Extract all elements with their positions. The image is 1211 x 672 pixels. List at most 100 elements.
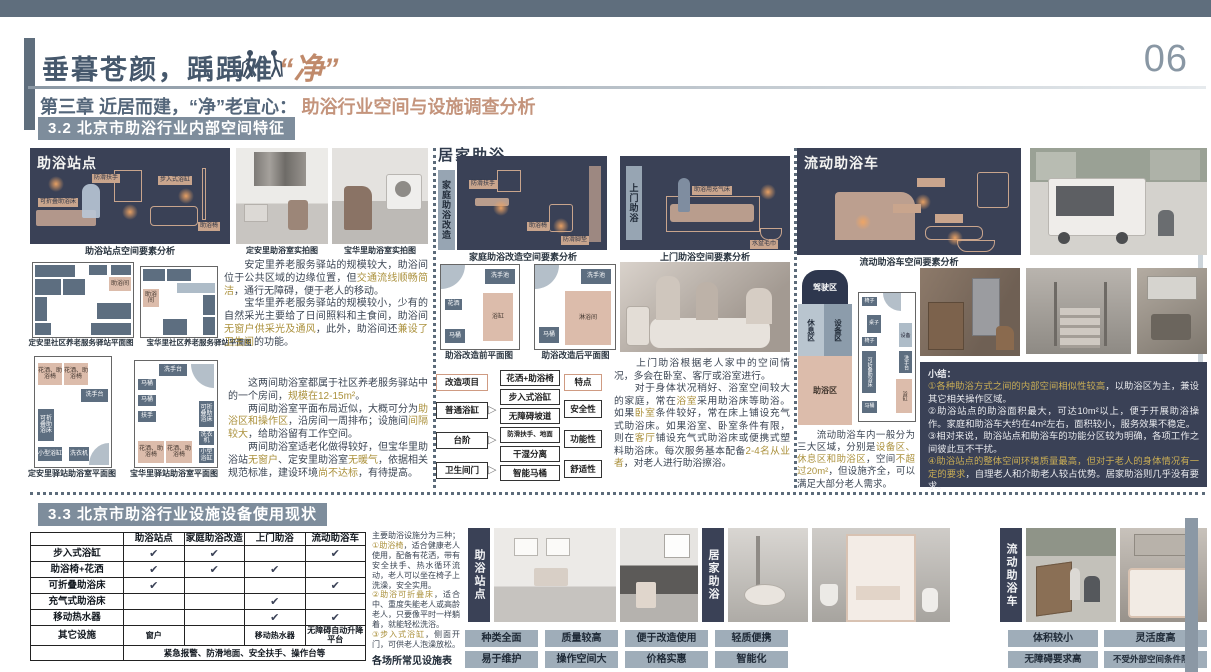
- page-number: 06: [1118, 38, 1188, 81]
- home-renovation-vertical-label: 家庭助浴改造: [438, 170, 455, 250]
- plan-block: 小型浴缸: [199, 448, 214, 463]
- zone-driving: 驾驶区: [802, 270, 848, 304]
- decor-steps: [1060, 308, 1100, 348]
- empty-cell: [245, 578, 306, 594]
- plan-block: 马桶: [539, 327, 559, 343]
- diagram-item: 安全性: [564, 400, 602, 418]
- photo-dinganli-caption: 定安里助浴室实拍图: [236, 247, 328, 256]
- glow-dot: [947, 230, 963, 246]
- plan-block: 小型浴缸: [38, 447, 62, 461]
- plan-block: 马桶: [862, 401, 877, 413]
- decor-window-shape: [977, 172, 1009, 208]
- glow-dot: [48, 176, 64, 192]
- decor-figure-shape: [82, 184, 100, 218]
- arrow-icon: ▷: [488, 405, 496, 416]
- photo-home-equipment: [728, 528, 808, 622]
- station-paragraph-1: 安定里养老服务驿站的规模较大，助浴间位于公共区域的边缘位置，但交通流线顺畅简洁，…: [224, 260, 428, 360]
- summary-item: ④助浴站点的整体空间环境质量最高，但对于老人的身体情况有一定的要求，自理老人和介…: [928, 455, 1199, 492]
- table-col-header: 上门助浴: [245, 533, 306, 546]
- mobile-illustration-caption: 流动助浴车空间要素分析: [797, 258, 1021, 268]
- table-cell: 窗户: [124, 626, 185, 646]
- decor-washer-door: [395, 181, 411, 197]
- vehicle-detail-plan: 椅子 桌子 椅子 可折叠助浴床 马桶 设备 洗手台 浴缸: [858, 292, 916, 422]
- home-visit-annotation: 水盆毛巾: [750, 240, 778, 249]
- table-cell: 移动热水器: [245, 626, 306, 646]
- plan-dinganli-bathroom: 花洒、助浴椅 花洒、助浴椅 洗手台 可折叠助浴床 小型浴缸 洗衣机: [34, 356, 112, 468]
- plan-block: [203, 295, 215, 315]
- door-arc: [441, 265, 465, 289]
- decor-cabinet: [1134, 534, 1192, 556]
- tag: 无障碍要求高: [1008, 651, 1098, 668]
- annotation-chip: [893, 204, 921, 213]
- glow-dot: [178, 188, 194, 204]
- decor-caregiver: [656, 276, 680, 320]
- elderly-person-cane-icon: [264, 48, 286, 78]
- home-renovation-caption: 家庭助浴改造空间要素分析: [438, 253, 608, 263]
- strip-label-home: 居家助浴: [702, 528, 724, 622]
- plan-baohuali-station: 助浴间: [140, 266, 218, 338]
- vehicle-zone-plan: 驾驶区 休息区 设备区 助浴区: [798, 270, 852, 425]
- checkmark-icon: ✔: [245, 594, 306, 610]
- plan-block: 马桶: [445, 329, 465, 343]
- decor-ramp: [1036, 561, 1072, 616]
- decor-wheel: [1058, 232, 1070, 244]
- empty-cell: [31, 646, 124, 661]
- plan-after-renovation: 洗手池 淋浴间 马桶: [534, 264, 616, 350]
- table-footer-cell: 紧急报警、防滑地面、安全扶手、操作台等: [124, 646, 366, 661]
- checkmark-icon: ✔: [245, 562, 306, 578]
- annotation-chip: [935, 214, 963, 223]
- summary-item: ①各种助浴方式之间的内部空间相似性较高，以助浴区为主，兼设其它相关操作区域。: [928, 380, 1199, 405]
- table-row-label: 可折叠助浴床: [31, 578, 124, 594]
- plan-block: 花洒、助浴椅: [138, 441, 164, 463]
- tag: 质量较高: [545, 630, 618, 647]
- plan-block: [35, 297, 47, 321]
- diagram-item: 花洒+助浴椅: [500, 370, 560, 386]
- home-annotation: 助浴椅: [527, 222, 549, 231]
- annotation-chip: [917, 178, 945, 187]
- decor-curtain: [254, 152, 306, 186]
- plan-block-bath: 助浴间: [143, 289, 159, 307]
- table-cell: [184, 626, 245, 646]
- decor-rail: [1104, 282, 1107, 346]
- plan-block: [91, 323, 131, 335]
- right-edge-bar: [1185, 518, 1198, 672]
- photo-station-room: [494, 528, 616, 622]
- left-accent-bar: [24, 38, 35, 130]
- photo-vehicle-interior-cab: [1137, 268, 1207, 354]
- station-paragraph-2: 这两间助浴室都属于社区养老服务驿站中的一个房间，规模在12-15m²。 两间助浴…: [228, 378, 428, 482]
- plan-block: [203, 317, 215, 335]
- plan-block: 花洒: [445, 299, 462, 310]
- decor-toilet: [922, 588, 938, 612]
- plan-dinganli-caption: 定安里社区养老服务驿站平面图: [24, 339, 138, 347]
- page-title: 垂暮苍颜，踽踽难 “净”: [42, 44, 338, 88]
- decor-wheelchair-person: [1084, 576, 1100, 602]
- tag: 种类全面: [465, 630, 538, 647]
- table-col-header: 助浴站点: [124, 533, 185, 546]
- door-arc: [89, 443, 109, 465]
- diagram-item: 台阶: [436, 432, 488, 449]
- photo-mobile-outdoor: [1026, 528, 1116, 622]
- decor-truck-screen: [1056, 186, 1114, 216]
- decor-chairs: [534, 568, 568, 586]
- decor-window: [546, 538, 570, 556]
- plan-block: [89, 265, 107, 275]
- plan-block: 椅子: [862, 297, 877, 306]
- plan-block: [167, 269, 191, 281]
- mobile-paragraph: 流动助浴车内一般分为三大区域，分别是设备区、休息区和助浴区，空间不超过20m²，…: [797, 430, 915, 488]
- photo-vehicle-interior-wood: [920, 268, 1020, 356]
- tag: 智能化: [715, 651, 788, 668]
- top-bar: [0, 0, 1211, 17]
- table-cell: 无障碍自动升降平台: [305, 626, 366, 646]
- plan-block: 浴缸: [483, 293, 513, 341]
- station-annotation: 助浴椅: [198, 222, 220, 231]
- plan-block: 洗手池: [485, 269, 515, 284]
- decor-chair: [288, 200, 308, 230]
- station-illustration-panel: 助浴站点 可折叠助浴床 防滑扶手 步入式浴缸 助浴椅: [30, 148, 230, 244]
- chapter-subtitle: 第三章 近居而建，“净”老宜心： 助浴行业空间与设施调查分析: [40, 93, 535, 119]
- plan-block: 洗手台: [899, 351, 912, 373]
- renovation-diagram: 改造项目 普通浴缸 台阶 卫生间门 ▷ ▷ ▷ 花洒+助浴椅 步入式浴缸 无障碍…: [436, 370, 600, 486]
- plan-dinganli-bathroom-caption: 定安里驿站助浴室平面图: [24, 470, 120, 479]
- empty-cell: [305, 562, 366, 578]
- plan-block: 洗手台: [159, 364, 187, 376]
- photo-dinganli-bathroom: [236, 148, 328, 244]
